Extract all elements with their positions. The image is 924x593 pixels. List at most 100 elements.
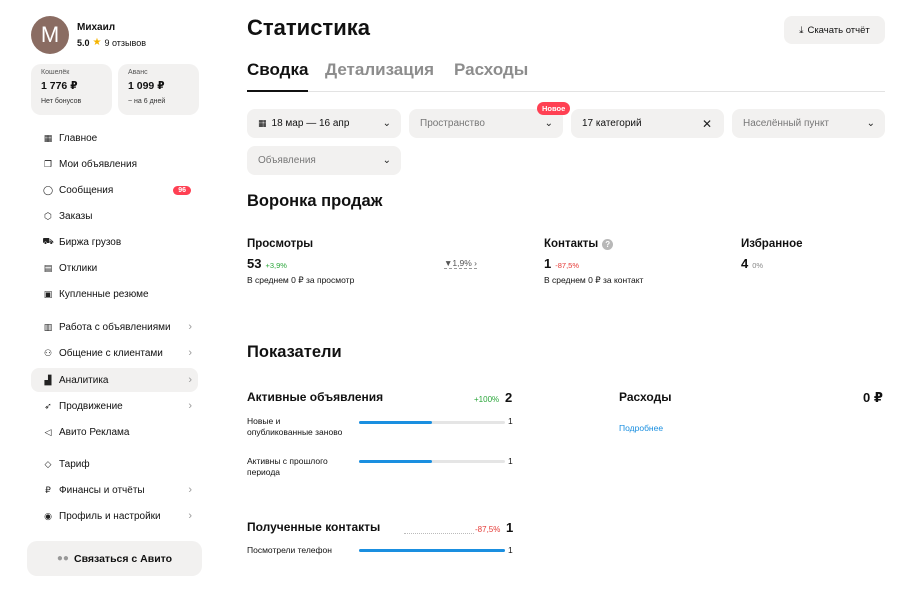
messages-badge: 96 [173, 185, 191, 195]
sidebar-item-clients[interactable]: ⚇ Общение с клиентами › [31, 341, 198, 365]
profile-block[interactable]: М Михаил 5.0 ★ 9 отзывов [31, 16, 146, 54]
sidebar-item-label: Отклики [59, 262, 98, 274]
date-range-filter[interactable]: ▦ 18 мар — 16 апр ⌄ [247, 109, 401, 138]
chevron-right-icon: › [188, 400, 192, 412]
profile-name[interactable]: Михаил [77, 22, 146, 33]
profile-icon: ◉ [44, 510, 52, 521]
chevron-down-icon: ⌄ [544, 118, 553, 129]
dotted-leader [404, 533, 474, 534]
sidebar-item-tariff[interactable]: ◇ Тариф [31, 452, 198, 476]
sidebar-item-label: Авито Реклама [59, 426, 130, 438]
download-report-button[interactable]: ⤓ Скачать отчёт [784, 16, 885, 44]
chat-icon: ◯ [42, 184, 54, 195]
sidebar-item-finance[interactable]: ₽ Финансы и отчёты › [31, 478, 198, 502]
rocket-icon: ➶ [44, 400, 52, 411]
active-ads-delta: +100% [474, 395, 500, 404]
sidebar-item-label: Главное [59, 132, 98, 144]
sidebar-item-my-ads[interactable]: ❐ Мои объявления [31, 152, 198, 176]
contact-avito-label: Связаться с Авито [73, 552, 173, 565]
active-ads-total: 2 [505, 390, 513, 405]
profile-rating[interactable]: 5.0 ★ 9 отзывов [77, 37, 146, 48]
sidebar-item-responses[interactable]: ▤ Отклики [31, 256, 198, 280]
sidebar-item-messages[interactable]: ◯ Сообщения 96 [31, 178, 198, 202]
wallet-card[interactable]: Кошелёк 1 776 ₽ Нет бонусов [31, 64, 112, 115]
chevron-down-icon: ⌄ [382, 155, 391, 166]
city-filter[interactable]: Населённый пункт ⌄ [732, 109, 885, 138]
date-range-value: 18 мар — 16 апр [271, 118, 350, 129]
conversion-link[interactable]: ▼1,9% › [444, 258, 478, 269]
page-title: Статистика [247, 15, 370, 40]
views-sub: В среднем 0 ₽ за просмотр [247, 275, 355, 285]
truck-icon: ⛟ [42, 236, 54, 246]
box-icon: ⬡ [44, 210, 52, 221]
views-value: 53 [247, 256, 262, 271]
tab-expenses[interactable]: Расходы [454, 60, 528, 80]
clear-icon[interactable]: ✕ [702, 117, 712, 131]
wallet-label: Кошелёк [41, 69, 70, 76]
row-label-phone: Посмотрели телефон [247, 545, 332, 555]
bar-fill-new [359, 421, 432, 424]
ads-filter[interactable]: Объявления ⌄ [247, 146, 401, 175]
sidebar-item-label: Заказы [59, 210, 93, 222]
contacts-received-title: Полученные контакты [247, 520, 381, 534]
advance-card[interactable]: Аванс 1 099 ₽ ~ на 6 дней [118, 64, 199, 115]
contacts-received-total: 1 [506, 520, 514, 535]
favorites-label: Избранное [741, 238, 803, 250]
megaphone-icon: ◁ [44, 426, 52, 437]
more-link[interactable]: Подробнее [619, 423, 663, 433]
favorites-delta: 0% [752, 261, 764, 270]
sidebar-item-label: Тариф [59, 458, 90, 470]
active-ads-title: Активные объявления [247, 390, 384, 404]
expenses-title: Расходы [619, 390, 672, 404]
resume-icon: ▣ [43, 288, 53, 299]
chevron-right-icon: › [188, 510, 192, 522]
indicators-title: Показатели [247, 343, 342, 361]
analytics-icon: ▟ [44, 374, 52, 385]
bar-track-prev [359, 460, 505, 463]
contacts-received-delta: -87,5% [475, 525, 501, 534]
download-icon: ⤓ [799, 24, 804, 36]
sidebar-item-label: Аналитика [59, 374, 109, 386]
tab-details[interactable]: Детализация [325, 60, 434, 80]
rating-score: 5.0 [77, 37, 90, 48]
tab-summary[interactable]: Сводка [247, 60, 309, 92]
sidebar: М Михаил 5.0 ★ 9 отзывов Кошелёк 1 776 ₽… [0, 0, 218, 593]
funnel-title: Воронка продаж [247, 192, 383, 210]
sidebar-item-label: Работа с объявлениями [59, 321, 171, 333]
sidebar-item-promotion[interactable]: ➶ Продвижение › [31, 394, 198, 418]
ruble-icon: ₽ [45, 484, 51, 495]
categories-value: 17 категорий [582, 118, 642, 129]
row-label-new: Новые и опубликованные заново [247, 416, 343, 437]
sidebar-item-label: Профиль и настройки [59, 510, 161, 522]
bar-fill-phone [359, 549, 505, 552]
calendar-icon: ▦ [258, 118, 267, 128]
chevron-right-icon: › [188, 374, 192, 386]
advance-label: Аванс [128, 69, 148, 76]
categories-filter[interactable]: 17 категорий ✕ [571, 109, 724, 138]
advance-amount: 1 099 ₽ [128, 80, 165, 92]
sidebar-item-ad-work[interactable]: ▥ Работа с объявлениями › [31, 315, 198, 339]
sidebar-item-analytics[interactable]: ▟ Аналитика › [31, 368, 198, 392]
sidebar-item-label: Финансы и отчёты [59, 484, 145, 496]
contacts-sub: В среднем 0 ₽ за контакт [544, 275, 644, 285]
bar-track-new [359, 421, 505, 424]
sidebar-item-label: Биржа грузов [59, 236, 122, 248]
favorites-metric: Избранное 4 0% [741, 238, 803, 271]
documents-icon: ❐ [43, 158, 53, 169]
sidebar-item-cargo[interactable]: ⛟ Биржа грузов [31, 230, 198, 254]
sidebar-item-main[interactable]: ▦ Главное [31, 126, 198, 150]
sidebar-item-profile[interactable]: ◉ Профиль и настройки › [31, 504, 198, 528]
city-placeholder: Населённый пункт [743, 118, 830, 129]
help-icon[interactable]: ? [602, 238, 614, 250]
sidebar-item-orders[interactable]: ⬡ Заказы [31, 204, 198, 228]
sidebar-item-avito-ads[interactable]: ◁ Авито Реклама [31, 420, 198, 444]
chevron-down-icon: ⌄ [382, 118, 391, 129]
download-label: Скачать отчёт [807, 24, 870, 36]
avatar[interactable]: М [31, 16, 69, 54]
ads-placeholder: Объявления [258, 155, 316, 166]
contact-avito-button[interactable]: ●● Связаться с Авито [27, 541, 202, 576]
chat-bubbles-icon: ●● [56, 553, 69, 564]
contacts-value: 1 [544, 256, 552, 271]
bar-fill-prev [359, 460, 432, 463]
sidebar-item-resumes[interactable]: ▣ Купленные резюме [31, 282, 198, 306]
